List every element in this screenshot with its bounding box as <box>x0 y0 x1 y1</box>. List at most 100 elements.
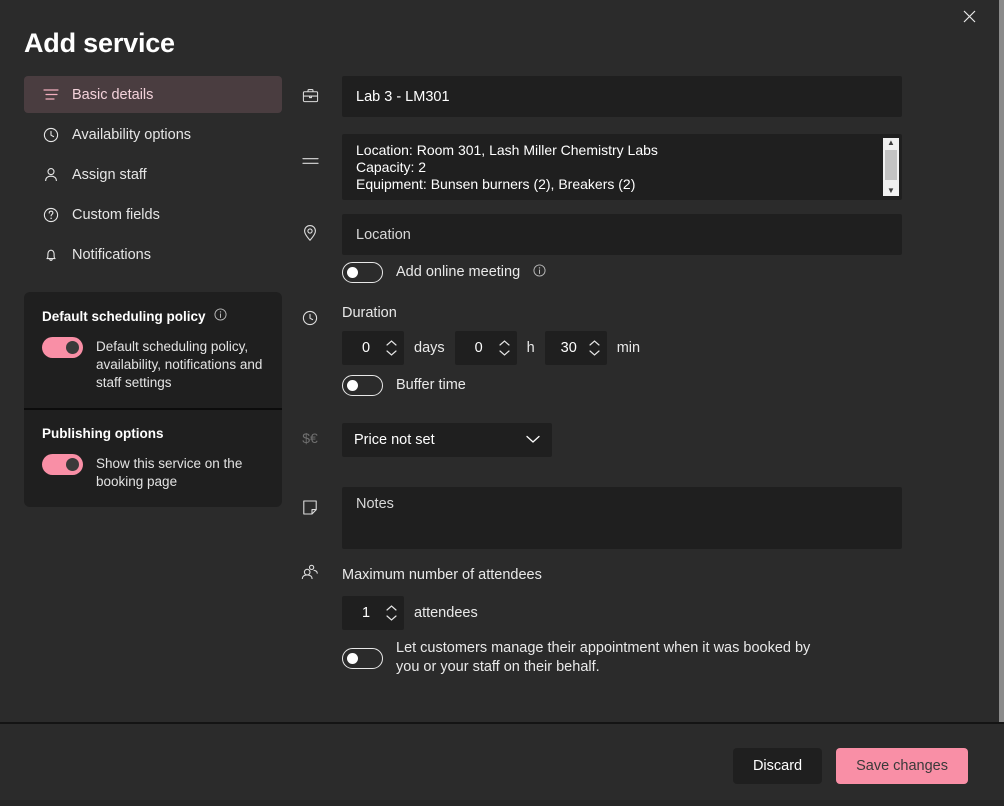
list-lines-icon <box>42 86 60 104</box>
footer-buttons: Discard Save changes <box>733 748 968 784</box>
default-scheduling-policy-heading: Default scheduling policy <box>42 308 264 324</box>
stepper-arrows[interactable] <box>386 605 397 621</box>
duration-days-stepper[interactable]: 0 <box>342 331 404 365</box>
show-on-booking-page-toggle[interactable] <box>42 454 83 475</box>
sidebar: Basic details Availability options Assig… <box>24 76 282 276</box>
default-scheduling-policy-label: Default scheduling policy, availability,… <box>96 337 264 392</box>
sidebar-item-label: Notifications <box>72 247 151 263</box>
save-changes-button[interactable]: Save changes <box>836 748 968 784</box>
duration-minutes-unit: min <box>617 340 640 356</box>
buffer-time-group: Buffer time <box>342 375 902 396</box>
show-on-booking-page-label: Show this service on the booking page <box>96 454 264 491</box>
briefcase-icon <box>296 87 324 104</box>
description-row: Location: Room 301, Lash Miller Chemistr… <box>296 134 916 214</box>
info-icon[interactable] <box>214 308 227 324</box>
toggle-knob <box>66 458 79 471</box>
sidebar-item-basic-details[interactable]: Basic details <box>24 76 282 113</box>
price-row: $€ Price not set <box>296 423 916 487</box>
heading-text: Publishing options <box>42 426 164 441</box>
default-scheduling-policy-toggle[interactable] <box>42 337 83 358</box>
add-online-meeting-row: Add online meeting <box>296 262 916 305</box>
customer-manage-row: Let customers manage their appointment w… <box>296 639 916 687</box>
bell-icon <box>42 246 60 264</box>
description-text: Location: Room 301, Lash Miller Chemistr… <box>342 134 902 201</box>
duration-hours-value: 0 <box>455 340 499 356</box>
add-online-meeting-label: Add online meeting <box>396 263 520 282</box>
notes-textarea[interactable] <box>342 487 902 549</box>
person-icon <box>42 166 60 184</box>
sidebar-item-notifications[interactable]: Notifications <box>24 236 282 273</box>
buffer-time-toggle[interactable] <box>342 375 383 396</box>
customer-manage-label: Let customers manage their appointment w… <box>396 639 816 677</box>
scroll-up-arrow[interactable]: ▲ <box>887 138 895 148</box>
customer-manage-toggle[interactable] <box>342 648 383 669</box>
duration-row: Duration 0 days 0 <box>296 305 916 375</box>
attendees-value: 1 <box>342 605 386 621</box>
default-scheduling-policy-section: Default scheduling policy Default schedu… <box>24 292 282 408</box>
duration-minutes-stepper[interactable]: 30 <box>545 331 607 365</box>
max-attendees-row: Maximum number of attendees 1 attendees <box>296 567 916 639</box>
heading-text: Default scheduling policy <box>42 309 206 324</box>
bottom-strip <box>0 800 1004 806</box>
service-name-input[interactable] <box>342 76 902 117</box>
location-input[interactable] <box>342 214 902 255</box>
description-textarea[interactable]: Location: Room 301, Lash Miller Chemistr… <box>342 134 902 200</box>
question-circle-icon <box>42 206 60 224</box>
duration-label: Duration <box>342 305 902 321</box>
stepper-arrows[interactable] <box>386 340 397 356</box>
note-icon <box>296 499 324 516</box>
max-attendees-label: Maximum number of attendees <box>342 567 902 583</box>
scroll-down-arrow[interactable]: ▼ <box>887 186 895 196</box>
map-pin-icon <box>296 224 324 242</box>
duration-minutes-value: 30 <box>545 340 589 356</box>
description-scrollbar[interactable]: ▲ ▼ <box>883 138 899 196</box>
stepper-arrows[interactable] <box>499 340 510 356</box>
discard-button[interactable]: Discard <box>733 748 822 784</box>
service-name-row <box>296 76 916 134</box>
notes-row <box>296 487 916 567</box>
sidebar-item-label: Basic details <box>72 87 153 103</box>
duration-spinners: 0 days 0 h <box>342 331 902 365</box>
close-button[interactable] <box>946 0 992 32</box>
attendees-stepper-group: 1 attendees <box>342 596 902 630</box>
add-online-meeting-toggle[interactable] <box>342 262 383 283</box>
customer-manage-group: Let customers manage their appointment w… <box>342 639 902 677</box>
sidebar-item-label: Custom fields <box>72 207 160 223</box>
chevron-down-icon <box>526 432 540 448</box>
toggle-knob <box>347 267 358 278</box>
page-scrollbar-thumb[interactable] <box>999 0 1004 756</box>
price-select-value: Price not set <box>354 432 435 448</box>
sidebar-item-custom-fields[interactable]: Custom fields <box>24 196 282 233</box>
duration-hours-stepper[interactable]: 0 <box>455 331 517 365</box>
sidebar-item-assign-staff[interactable]: Assign staff <box>24 156 282 193</box>
buffer-time-label: Buffer time <box>396 376 466 395</box>
publishing-options-row: Show this service on the booking page <box>42 454 264 491</box>
sidebar-item-label: Assign staff <box>72 167 147 183</box>
policy-card: Default scheduling policy Default schedu… <box>24 292 282 507</box>
stepper-arrows[interactable] <box>589 340 600 356</box>
clock-icon <box>42 126 60 144</box>
buffer-time-row: Buffer time <box>296 375 916 423</box>
page-title: Add service <box>24 28 175 59</box>
currency-icon: $€ <box>296 430 324 446</box>
info-icon[interactable] <box>533 264 546 282</box>
sidebar-item-label: Availability options <box>72 127 191 143</box>
duration-days-unit: days <box>414 340 445 356</box>
close-icon <box>963 10 976 23</box>
attendees-stepper[interactable]: 1 <box>342 596 404 630</box>
people-icon <box>296 564 324 580</box>
add-service-dialog: Add service Basic details Availability o… <box>0 0 1004 806</box>
sidebar-item-availability-options[interactable]: Availability options <box>24 116 282 153</box>
basic-details-form: Location: Room 301, Lash Miller Chemistr… <box>296 76 916 687</box>
price-select[interactable]: Price not set <box>342 423 552 457</box>
toggle-knob <box>66 341 79 354</box>
description-scrollbar-thumb[interactable] <box>885 150 897 180</box>
clock-icon <box>296 310 324 326</box>
duration-days-value: 0 <box>342 340 386 356</box>
description-lines-icon <box>296 156 324 166</box>
default-scheduling-policy-row: Default scheduling policy, availability,… <box>42 337 264 392</box>
toggle-knob <box>347 653 358 664</box>
page-scrollbar[interactable] <box>999 0 1004 806</box>
publishing-options-heading: Publishing options <box>42 426 264 441</box>
attendees-unit: attendees <box>414 605 478 621</box>
